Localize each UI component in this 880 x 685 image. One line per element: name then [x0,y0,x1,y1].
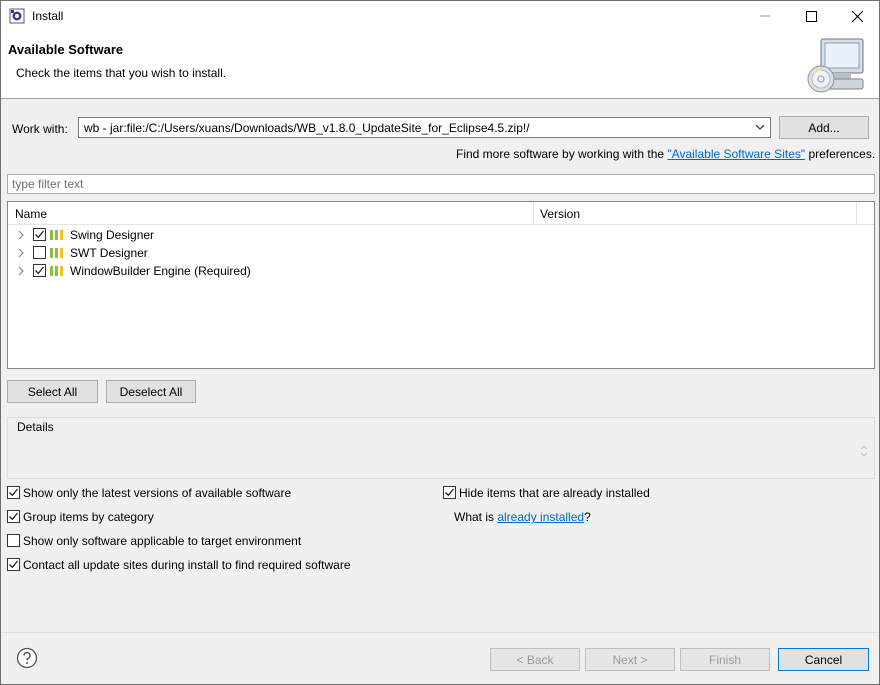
minimize-icon [760,15,770,17]
find-more-text: Find more software by working with the "… [456,147,875,161]
deselect-all-button[interactable]: Deselect All [106,380,196,403]
minimize-button[interactable] [742,1,788,31]
work-with-value: wb - jar:file:/C:/Users/xuans/Downloads/… [84,121,530,135]
install-dialog: Install Available Software Check the ite… [0,0,880,685]
maximize-icon [805,10,817,22]
applicable-only-checkbox[interactable] [7,534,20,547]
cancel-button[interactable]: Cancel [778,648,869,671]
group-by-category-checkbox[interactable] [7,510,20,523]
eclipse-install-icon [9,8,25,24]
details-group: Details [7,417,875,479]
latest-versions-checkbox[interactable] [7,486,20,499]
title-bar[interactable]: Install [1,1,879,31]
close-button[interactable] [834,1,880,31]
tree-header: Name Version [8,202,874,225]
feature-group-icon [50,248,63,258]
next-button[interactable]: Next > [585,648,675,671]
tree-row-label: SWT Designer [70,246,148,260]
contact-sites-label: Contact all update sites during install … [23,558,351,572]
column-divider[interactable] [856,202,857,224]
chevron-right-icon[interactable] [16,265,26,277]
tree-row-windowbuilder-engine[interactable]: WindowBuilder Engine (Required) [8,262,874,280]
close-icon [851,10,863,22]
checkbox[interactable] [33,264,46,277]
find-more-suffix: preferences. [805,147,876,161]
tree-row-label: WindowBuilder Engine (Required) [70,264,251,278]
what-is-prefix: What is [454,510,498,524]
chevron-down-icon[interactable] [754,120,766,134]
feature-group-icon [50,230,63,240]
page-description: Check the items that you wish to install… [16,66,227,80]
work-with-combo[interactable]: wb - jar:file:/C:/Users/xuans/Downloads/… [78,117,771,138]
column-version[interactable]: Version [540,207,580,221]
select-all-button[interactable]: Select All [7,380,98,403]
column-divider[interactable] [533,202,534,224]
tree-row-label: Swing Designer [70,228,155,242]
page-title: Available Software [8,42,124,57]
chevron-right-icon[interactable] [16,247,26,259]
filter-field[interactable] [7,174,875,194]
latest-versions-label: Show only the latest versions of availab… [23,486,292,500]
back-button[interactable]: < Back [490,648,580,671]
work-with-label: Work with: [12,122,68,136]
scroll-arrows-icon[interactable] [860,444,868,458]
finish-button[interactable]: Finish [680,648,770,671]
available-software-sites-link[interactable]: "Available Software Sites" [667,147,805,161]
applicable-only-label: Show only software applicable to target … [23,534,302,548]
footer-separator [1,632,879,633]
group-by-category-label: Group items by category [23,510,154,524]
window-title: Install [32,9,64,23]
tree-row-swt-designer[interactable]: SWT Designer [8,244,874,262]
hide-installed-checkbox[interactable] [443,486,456,499]
details-label: Details [16,420,55,434]
checkbox[interactable] [33,228,46,241]
what-is-suffix: ? [584,510,591,524]
feature-group-icon [50,266,63,276]
add-site-button[interactable]: Add... [779,116,869,139]
already-installed-link[interactable]: already installed [497,510,584,524]
find-more-prefix: Find more software by working with the [456,147,668,161]
contact-sites-checkbox[interactable] [7,558,20,571]
chevron-right-icon[interactable] [16,229,26,241]
maximize-button[interactable] [788,1,834,31]
software-tree[interactable]: Name Version Swing Designer SWT Designer [7,201,875,369]
checkbox[interactable] [33,246,46,259]
filter-input[interactable] [12,176,862,192]
tree-row-swing-designer[interactable]: Swing Designer [8,226,874,244]
computer-cd-icon [807,38,864,93]
column-name[interactable]: Name [15,207,47,221]
wizard-header: Available Software Check the items that … [1,31,879,99]
what-is-installed-text: What is already installed? [454,510,591,524]
hide-installed-label: Hide items that are already installed [459,486,650,500]
help-icon[interactable] [16,647,38,669]
